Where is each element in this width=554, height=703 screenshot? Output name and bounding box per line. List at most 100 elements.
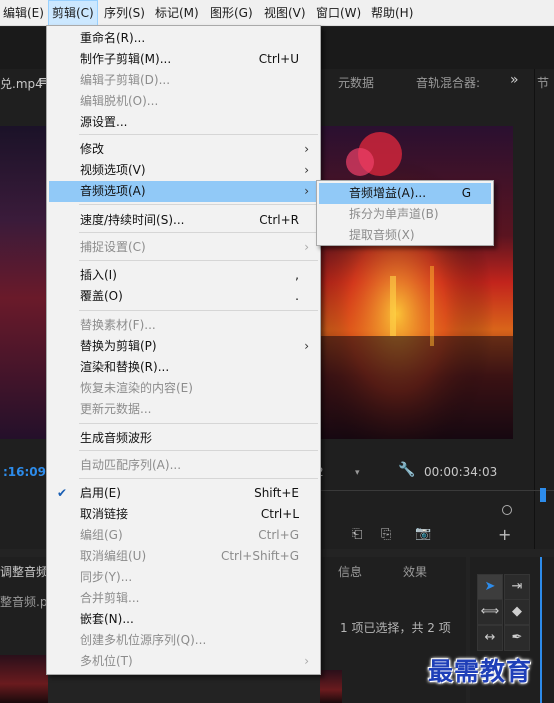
menu-item-speed-duration[interactable]: 速度/持续时间(S)... Ctrl+R (49, 210, 318, 231)
menu-item-label: 更新元数据... (80, 402, 152, 416)
menu-bar: 编辑(E) 剪辑(C) 序列(S) 标记(M) 图形(G) 视图(V) 窗口(W… (0, 0, 554, 26)
menu-item-edit-subclip: 编辑子剪辑(D)... (49, 70, 318, 91)
menu-item-shortcut: Shift+E (254, 486, 299, 500)
menu-item-generate-audio-waveform[interactable]: 生成音频波形 (49, 428, 318, 449)
menu-item-render-and-replace[interactable]: 渲染和替换(R)... (49, 357, 318, 378)
submenu-item-shortcut: G (461, 186, 471, 200)
pen-tool-icon[interactable]: ✒ (504, 625, 530, 651)
menu-item-label: 启用(E) (80, 486, 121, 500)
camera-icon[interactable]: 📷 (415, 526, 431, 541)
menu-view[interactable]: 视图(V) (261, 0, 309, 26)
menu-item-label: 同步(Y)... (80, 570, 133, 584)
menu-separator (79, 232, 318, 233)
program-end-marker[interactable] (502, 505, 512, 515)
menu-item-group: 编组(G) Ctrl+G (49, 525, 318, 546)
clip-menu: 重命名(R)... 制作子剪辑(M)... Ctrl+U 编辑子剪辑(D)... 编辑脱… (46, 25, 321, 675)
program-scrubber[interactable] (320, 490, 554, 491)
add-button-icon[interactable]: + (498, 525, 511, 544)
menu-item-label: 音频选项(A) (80, 184, 146, 198)
menu-item-create-multicam-source: 创建多机位源序列(Q)... (49, 630, 318, 651)
tab-audio-mixer[interactable]: 音轨混合器: (416, 74, 480, 91)
menu-item-replace-with-clip[interactable]: 替换为剪辑(P) › (49, 336, 318, 357)
submenu-item-label: 拆分为单声道(B) (349, 207, 439, 221)
menu-item-unlink[interactable]: 取消链接 Ctrl+L (49, 504, 318, 525)
tab-metadata[interactable]: 元数据 (338, 74, 374, 91)
tools-panel-focus-border (540, 557, 542, 703)
playhead-icon[interactable] (540, 488, 546, 502)
menu-separator (79, 423, 318, 424)
submenu-arrow-icon: › (304, 142, 309, 156)
menu-item-label: 源设置... (80, 115, 128, 129)
submenu-item-extract-audio: 提取音频(X) (319, 225, 491, 246)
menu-item-overwrite[interactable]: 覆盖(O). (49, 286, 318, 307)
project-item-label[interactable]: 整音频.p (0, 593, 47, 610)
menu-item-make-subclip[interactable]: 制作子剪辑(M)... Ctrl+U (49, 49, 318, 70)
menu-item-label: 合并剪辑... (80, 591, 140, 605)
menu-item-multicam: 多机位(T) › (49, 651, 318, 672)
program-timecode[interactable]: 00:00:34:03 (424, 465, 497, 479)
watermark-logo: 最需教育 (428, 657, 533, 686)
tab-info[interactable]: 信息 (338, 563, 362, 580)
menu-item-label: 视频选项(V) (80, 163, 146, 177)
menu-separator (79, 478, 318, 479)
submenu-item-audio-gain[interactable]: 音频增益(A)... G (319, 183, 491, 204)
submenu-arrow-icon: › (304, 654, 309, 668)
menu-help[interactable]: 帮助(H) (368, 0, 416, 26)
menu-item-label: 取消编组(U) (80, 549, 147, 563)
submenu-arrow-icon: › (304, 163, 309, 177)
submenu-item-label: 音频增益(A)... (349, 186, 427, 200)
menu-item-shortcut: Ctrl+G (258, 528, 299, 542)
menu-item-shortcut: Ctrl+U (258, 52, 299, 66)
menu-item-nest[interactable]: 嵌套(N)... (49, 609, 318, 630)
menu-graphics[interactable]: 图形(G) (207, 0, 256, 26)
panel-overflow-icon[interactable]: » (510, 72, 519, 88)
overwrite-icon[interactable]: ⎘ (381, 527, 391, 542)
wrench-icon[interactable]: 🔧 (398, 462, 415, 478)
menu-item-audio-options[interactable]: 音频选项(A) › (49, 181, 318, 202)
tab-extra[interactable]: 节 (537, 74, 549, 91)
checkmark-icon: ✔ (57, 486, 68, 500)
menu-separator (79, 134, 318, 135)
menu-item-restore-unrendered: 恢复未渲染的内容(E) (49, 378, 318, 399)
menu-item-replace-footage: 替换素材(F)... (49, 315, 318, 336)
menu-item-label: 重命名(R)... (80, 31, 146, 45)
submenu-arrow-icon: › (304, 240, 309, 254)
menu-sequence[interactable]: 序列(S) (101, 0, 148, 26)
menu-item-source-settings[interactable]: 源设置... (49, 112, 318, 133)
menu-marker[interactable]: 标记(M) (152, 0, 202, 26)
track-select-tool-icon[interactable]: ⇥ (504, 574, 530, 600)
slip-tool-icon[interactable]: ↔ (477, 625, 503, 651)
menu-separator (79, 204, 318, 205)
menu-item-label: 速度/持续时间(S)... (80, 213, 185, 227)
menu-item-ungroup: 取消编组(U) Ctrl+Shift+G (49, 546, 318, 567)
source-tab-label[interactable]: 兑.mp4 (0, 75, 43, 92)
menu-clip[interactable]: 剪辑(C) (48, 0, 98, 26)
menu-item-update-metadata: 更新元数据... (49, 399, 318, 420)
menu-item-shortcut: . (295, 289, 299, 303)
menu-item-label: 创建多机位源序列(Q)... (80, 633, 207, 647)
menu-window[interactable]: 窗口(W) (313, 0, 364, 26)
menu-item-label: 多机位(T) (80, 654, 133, 668)
menu-item-video-options[interactable]: 视频选项(V) › (49, 160, 318, 181)
menu-item-modify[interactable]: 修改 › (49, 139, 318, 160)
menu-edit[interactable]: 编辑(E) (0, 0, 47, 26)
submenu-arrow-icon: › (304, 184, 309, 198)
menu-item-label: 制作子剪辑(M)... (80, 52, 172, 66)
ripple-edit-tool-icon[interactable]: ⟺ (477, 599, 503, 625)
menu-item-enable[interactable]: ✔ 启用(E) Shift+E (49, 483, 318, 504)
selection-tool-icon[interactable]: ➤ (477, 574, 503, 600)
menu-item-insert[interactable]: 插入(I), (49, 265, 318, 286)
source-timecode[interactable]: :16:09 (3, 465, 46, 479)
menu-item-label: 编辑脱机(O)... (80, 94, 159, 108)
insert-icon[interactable]: ⎗ (352, 527, 362, 542)
menu-item-label: 自动匹配序列(A)... (80, 458, 182, 472)
razor-tool-icon[interactable]: ◆ (504, 599, 530, 625)
menu-item-rename[interactable]: 重命名(R)... (49, 28, 318, 49)
menu-item-label: 取消链接 (80, 507, 129, 521)
menu-item-label: 渲染和替换(R)... (80, 360, 170, 374)
tab-effects[interactable]: 效果 (403, 563, 427, 580)
submenu-item-split-to-mono: 拆分为单声道(B) (319, 204, 491, 225)
project-tab-label[interactable]: 调整音频 (0, 563, 48, 580)
menu-item-label: 捕捉设置(C) (80, 240, 146, 254)
zoom-dropdown-icon[interactable]: ▾ (355, 468, 363, 478)
